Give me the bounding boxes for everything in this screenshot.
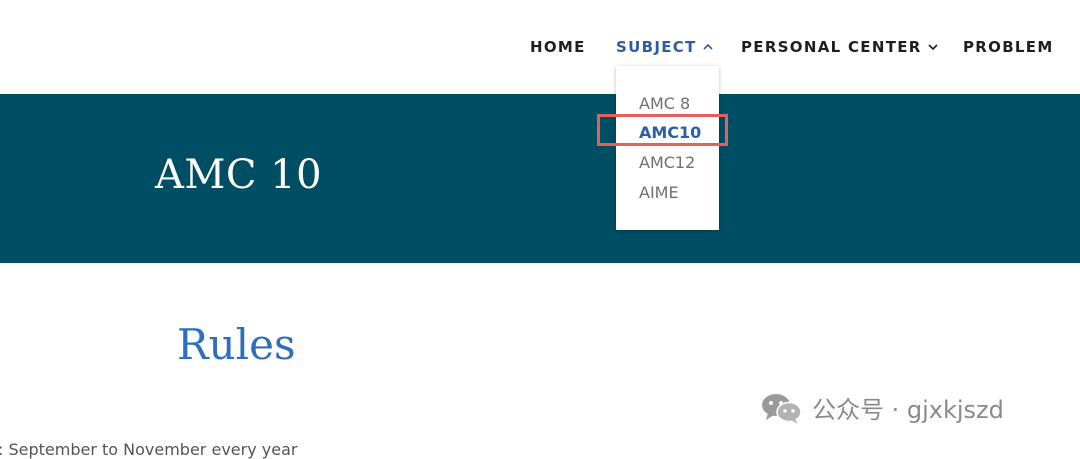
nav-personal-center[interactable]: PERSONAL CENTER <box>741 38 938 56</box>
subject-dropdown-menu: AMC 8 AMC10 AMC12 AIME <box>616 66 719 230</box>
top-navigation: HOME SUBJECT PERSONAL CENTER PROBLEM <box>0 0 1080 94</box>
nav-problem[interactable]: PROBLEM <box>963 38 1054 56</box>
page-banner: AMC 10 <box>0 94 1080 263</box>
watermark-text: 公众号 · gjxkjszd <box>812 396 1004 424</box>
nav-personal-center-label: PERSONAL CENTER <box>741 38 922 56</box>
dropdown-item-amc12[interactable]: AMC12 <box>639 153 695 172</box>
nav-home[interactable]: HOME <box>530 38 586 56</box>
page-title: AMC 10 <box>155 152 323 198</box>
dropdown-item-amc8[interactable]: AMC 8 <box>639 94 690 113</box>
nav-subject-label: SUBJECT <box>616 38 697 56</box>
nav-subject[interactable]: SUBJECT <box>616 38 713 56</box>
nav-problem-label: PROBLEM <box>963 38 1054 56</box>
partial-body-text: : September to November every year <box>0 440 298 459</box>
dropdown-item-aime[interactable]: AIME <box>639 183 679 202</box>
chevron-down-icon <box>928 43 938 51</box>
watermark: 公众号 · gjxkjszd <box>760 390 1004 425</box>
nav-home-label: HOME <box>530 38 586 56</box>
selection-highlight-box <box>597 114 728 146</box>
section-heading-rules: Rules <box>177 320 296 369</box>
wechat-icon <box>760 391 804 425</box>
chevron-up-icon <box>703 43 713 51</box>
